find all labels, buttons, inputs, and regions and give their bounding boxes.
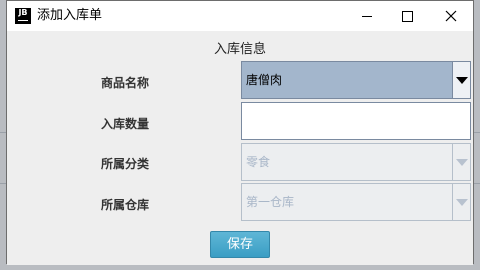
warehouse-dropdown-button [452,184,470,220]
product-name-value: 唐僧肉 [246,73,283,87]
warehouse-label: 所属仓库 [101,198,150,212]
quantity-label: 入库数量 [101,117,150,131]
quantity-input[interactable] [241,102,471,140]
category-value: 零食 [246,155,271,169]
section-title: 入库信息 [213,42,266,57]
minimize-icon [362,15,372,17]
title-bar[interactable]: JB 添加入库单 [7,1,473,31]
app-icon: JB [15,8,31,24]
category-label: 所属分类 [101,157,150,171]
category-combo: 零食 [241,143,471,181]
warehouse-value: 第一仓库 [246,195,295,209]
dropdown-arrow-icon [456,159,468,166]
close-button[interactable] [431,1,471,31]
close-icon [445,10,457,22]
add-inbound-dialog: JB 添加入库单 入库信息 商品名称 唐僧肉 入库数量 所属分类 零食 所属仓库… [6,0,474,265]
window-title: 添加入库单 [37,8,103,23]
category-dropdown-button [452,144,470,180]
maximize-button[interactable] [387,1,427,31]
product-name-dropdown-button[interactable] [452,62,470,98]
save-button[interactable]: 保存 [210,231,270,258]
warehouse-combo: 第一仓库 [241,183,471,221]
product-name-label: 商品名称 [101,76,150,90]
dropdown-arrow-icon [456,77,468,84]
dropdown-arrow-icon [456,199,468,206]
minimize-button[interactable] [347,1,387,31]
product-name-combo[interactable]: 唐僧肉 [241,61,471,99]
form-panel: 入库信息 商品名称 唐僧肉 入库数量 所属分类 零食 所属仓库 第一仓库 保存 [7,31,473,265]
maximize-icon [401,10,413,22]
app-icon-text: JB [18,8,28,17]
